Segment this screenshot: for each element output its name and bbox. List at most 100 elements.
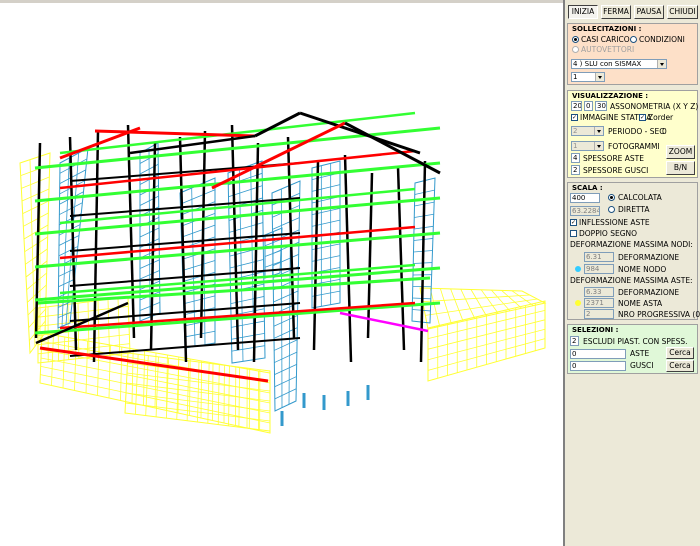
column (343, 154, 353, 363)
gusci-search-input[interactable]: 0 (570, 361, 626, 371)
bn-button[interactable]: B/N (666, 161, 695, 175)
fotogrammi-label: FOTOGRAMMI (608, 142, 660, 151)
def-max-aste-label: DEFORMAZIONE MASSIMA ASTE: (570, 276, 693, 285)
close-button[interactable]: CHIUDI (667, 5, 698, 19)
aste-search-input[interactable]: 0 (570, 349, 626, 359)
structure-3d-model (19, 111, 547, 434)
escludi-spess-label: ESCLUDI PIAST. CON SPESS. (583, 337, 688, 346)
autovettori-label: AUTOVETTORI (581, 45, 635, 54)
side-wall-left-line (29, 159, 36, 347)
shell-panel-5-line (272, 217, 300, 230)
scala-calcolata-input[interactable]: 400 (570, 193, 600, 203)
scala-title: SCALA : (572, 184, 603, 192)
side-wall-left-line (21, 176, 50, 189)
beam-lines-group (34, 111, 441, 426)
aste-cerca-button[interactable]: Cerca (666, 347, 694, 359)
casi-carico-label: CASI CARICO (581, 35, 630, 44)
load-index-select[interactable]: 1 (571, 72, 605, 82)
selezioni-group: SELEZIONI : 2 ESCLUDI PIAST. CON SPESS. … (567, 324, 698, 374)
column (312, 160, 320, 351)
shell-panel-5-line (274, 351, 298, 363)
shell-panel-3-line (180, 189, 216, 205)
retaining-wall-back-line (480, 289, 499, 314)
retaining-wall-back-line (501, 290, 522, 309)
nodi-deformazione-value: 6.31 (584, 252, 614, 262)
side-wall-left-line (24, 236, 48, 253)
column (419, 160, 427, 363)
inflessione-aste-checkbox[interactable]: ✓ (570, 219, 577, 226)
stop-button[interactable]: FERMA (601, 5, 631, 19)
chevron-down-icon (595, 73, 604, 81)
shell-panel-5-line (274, 388, 297, 400)
retaining-wall-back-line (511, 290, 534, 306)
column (396, 166, 406, 351)
nome-nodo-value: 984 (584, 264, 614, 274)
pause-button[interactable]: PAUSA (634, 5, 664, 19)
selezioni-title: SELEZIONI : (572, 326, 619, 334)
floor-beam (59, 225, 416, 260)
sollecitazioni-title: SOLLECITAZIONI : (572, 25, 642, 33)
calcolata-label: CALCOLATA (618, 193, 662, 202)
shell-panel-5-line (274, 376, 297, 388)
retaining-wall-back-line (460, 289, 476, 319)
side-wall-left-line (22, 200, 49, 215)
def-max-nodi-label: DEFORMAZIONE MASSIMA NODI: (570, 240, 693, 249)
casi-carico-radio[interactable] (572, 36, 579, 43)
inflessione-aste-label: INFLESSIONE ASTE (579, 218, 650, 227)
immagine-statica-checkbox[interactable]: ✓ (571, 114, 578, 121)
visualizzazione-title: VISUALIZZAZIONE : (572, 92, 649, 100)
shell-panel-5-line (272, 253, 299, 267)
zorder-checkbox[interactable]: ✓ (639, 114, 646, 121)
doppio-segno-label: DOPPIO SEGNO (579, 229, 638, 238)
chevron-down-icon (594, 142, 603, 150)
axon-y-input[interactable]: 0 (584, 101, 593, 111)
periodo-label: PERIODO - SEC (608, 127, 665, 136)
escludi-spess-input[interactable]: 2 (570, 336, 579, 346)
shell-panel-5-line (273, 290, 299, 303)
column (178, 136, 188, 363)
spessore-gusci-label: SPESSORE GUSCI (583, 166, 649, 175)
zorder-label: Zorder (648, 113, 674, 122)
shell-panel-3-line (181, 224, 216, 238)
nodi-deformazione-label: DEFORMAZIONE (618, 253, 680, 262)
load-case-value: 4 ) SLU con SISMAX (573, 60, 642, 68)
nro-progressiva-value: 2 (584, 309, 614, 319)
retaining-wall-back-line (429, 288, 441, 327)
autovettori-radio[interactable] (572, 46, 579, 53)
axon-x-input[interactable]: 20 (571, 101, 582, 111)
diretta-label: DIRETTA (618, 205, 650, 214)
chevron-down-icon (594, 127, 603, 135)
column (366, 172, 374, 339)
aste-deformazione-label: DEFORMAZIONE (618, 288, 680, 297)
start-button[interactable]: INIZIA (568, 5, 598, 19)
shell-panel-5-line (273, 339, 298, 351)
nro-progressiva-label: NRO PROGRESSIVA (0/9) (618, 310, 700, 319)
model-viewport[interactable] (0, 3, 563, 546)
gusci-cerca-button[interactable]: Cerca (666, 360, 694, 372)
ground-beam-magenta (339, 311, 429, 333)
scala-diretta-input[interactable]: 63.2284 (570, 206, 600, 216)
control-panel: INIZIA FERMA PAUSA CHIUDI SOLLECITAZIONI… (565, 0, 700, 546)
load-case-select[interactable]: 4 ) SLU con SISMAX (571, 59, 667, 69)
fotogrammi-select[interactable]: 1 (571, 141, 604, 151)
axon-z-input[interactable]: 30 (595, 101, 607, 111)
diretta-radio[interactable] (608, 206, 615, 213)
aste-search-label: ASTE (630, 349, 650, 358)
condizioni-label: CONDIZIONI (639, 35, 685, 44)
node-marker-icon (575, 266, 581, 272)
side-wall-left-line (23, 212, 49, 227)
spessore-gusci-input[interactable]: 2 (571, 165, 580, 175)
aste-deformazione-value: 6.33 (584, 287, 614, 297)
calcolata-radio[interactable] (608, 194, 615, 201)
periodo-select[interactable]: 2 (571, 126, 604, 136)
doppio-segno-checkbox[interactable] (570, 230, 577, 237)
shell-panel-3-line (183, 295, 216, 305)
load-index-value: 1 (573, 73, 578, 81)
spessore-aste-input[interactable]: 4 (571, 153, 580, 163)
retaining-wall-back-line (450, 288, 464, 322)
periodo-value: 2 (573, 127, 578, 135)
visualizzazione-group: VISUALIZZAZIONE : 20 0 30 ASSONOMETRIA (… (567, 90, 700, 178)
condizioni-radio[interactable] (630, 36, 637, 43)
zoom-button[interactable]: ZOOM (666, 145, 695, 159)
spessore-aste-label: SPESSORE ASTE (583, 154, 644, 163)
